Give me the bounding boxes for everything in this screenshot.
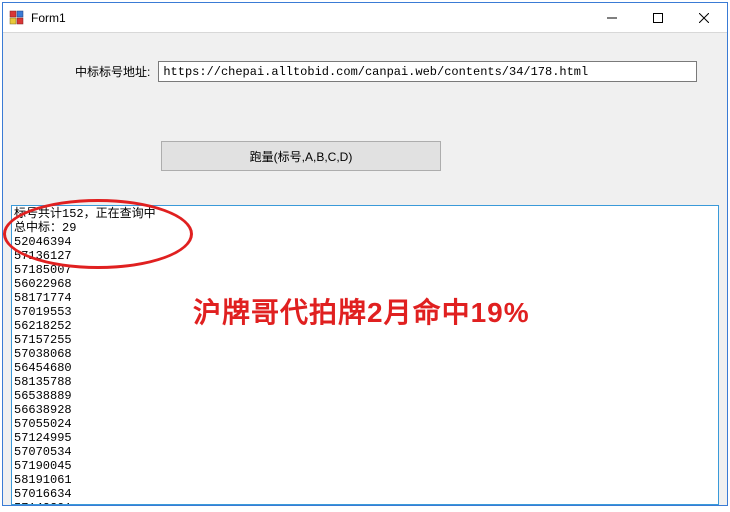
url-label: 中标标号地址: — [75, 63, 150, 80]
url-row: 中标标号地址: — [75, 61, 697, 82]
maximize-button[interactable] — [635, 3, 681, 32]
close-button[interactable] — [681, 3, 727, 32]
titlebar: Form1 — [3, 3, 727, 33]
run-button-label: 跑量(标号,A,B,C,D) — [250, 148, 353, 165]
window-title: Form1 — [31, 11, 589, 25]
app-icon — [9, 10, 25, 26]
run-button[interactable]: 跑量(标号,A,B,C,D) — [161, 141, 441, 171]
results-listbox[interactable]: 标号共计152，正在查询中 总中标：29 52046394 57136127 5… — [11, 205, 719, 505]
app-window: Form1 中标标号地址: 跑量(标号,A,B,C,D) 标号共计152，正在查… — [2, 2, 728, 506]
window-buttons — [589, 3, 727, 32]
minimize-button[interactable] — [589, 3, 635, 32]
client-area: 中标标号地址: 跑量(标号,A,B,C,D) 标号共计152，正在查询中 总中标… — [3, 33, 727, 505]
url-input[interactable] — [158, 61, 697, 82]
